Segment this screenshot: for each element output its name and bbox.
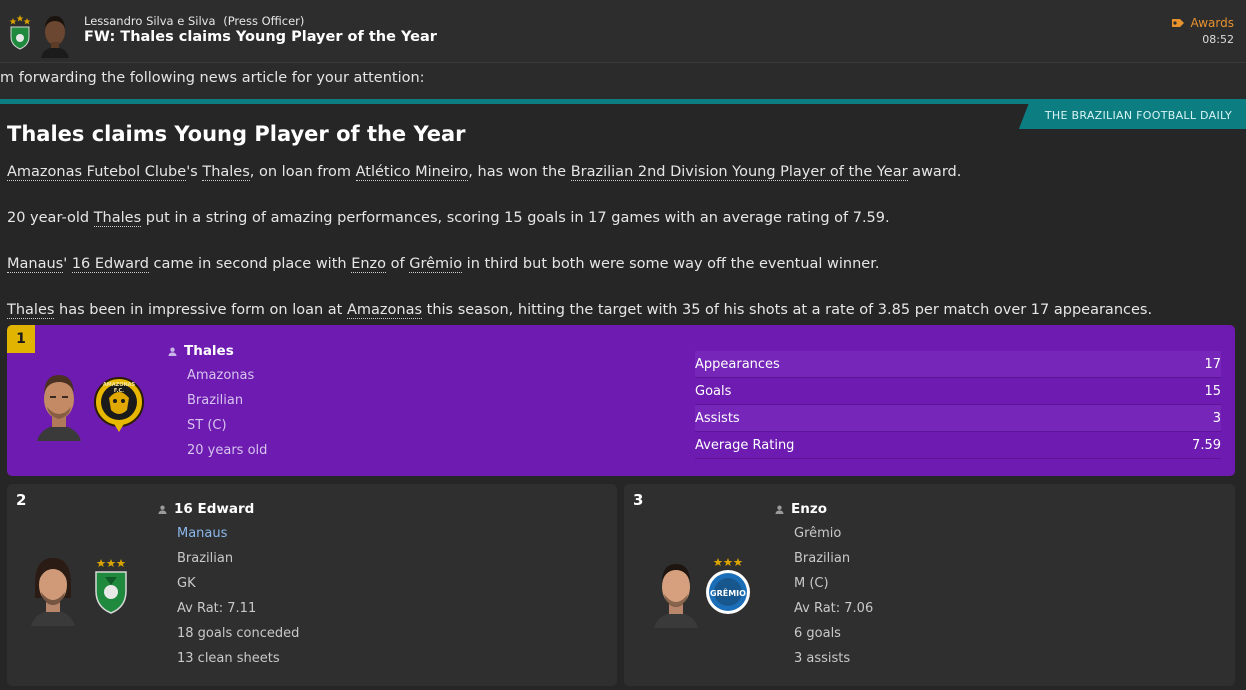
stat-label: Appearances: [695, 356, 780, 372]
stat-row: Average Rating 7.59: [695, 432, 1221, 459]
player-rating: Av Rat: 7.11: [177, 601, 257, 616]
stat-label: Average Rating: [695, 437, 795, 453]
player-stat-2: 13 clean sheets: [177, 651, 280, 666]
stat-row: Goals 15: [695, 378, 1221, 405]
stat-row: Assists 3: [695, 405, 1221, 432]
rank-label: 2: [16, 491, 27, 509]
player-name-text[interactable]: Thales: [184, 343, 234, 359]
text: award.: [907, 164, 962, 180]
club-crest[interactable]: [93, 557, 129, 619]
paragraph-1: Amazonas Futebol Clube's Thales, on loan…: [7, 164, 962, 181]
crest-text: GRÊMIO: [710, 589, 746, 598]
text: of: [386, 256, 410, 272]
sender-avatar[interactable]: [37, 10, 73, 58]
stat-value: 15: [1204, 383, 1221, 399]
player-face[interactable]: [652, 556, 700, 628]
stat-value: 7.59: [1192, 437, 1221, 453]
rank-label: 3: [633, 491, 644, 509]
player-club[interactable]: Amazonas: [187, 368, 254, 383]
stats-table: Appearances 17 Goals 15 Assists 3 Average R…: [695, 351, 1221, 459]
award-link[interactable]: Brazilian 2nd Division Young Player of t…: [570, 164, 908, 181]
text: , on loan from: [249, 164, 356, 180]
person-icon: [775, 505, 784, 514]
player-link[interactable]: 16 Edward: [71, 256, 149, 273]
message-header: Lessandro Silva e Silva (Press Officer) …: [0, 0, 1246, 63]
player-rating: Av Rat: 7.06: [794, 601, 874, 616]
player-link[interactable]: Thales: [7, 302, 55, 319]
article-headline: Thales claims Young Player of the Year: [7, 122, 466, 146]
player-link[interactable]: Enzo: [351, 256, 387, 273]
player-name[interactable]: Enzo: [775, 501, 827, 517]
winner-card-3: 3 GRÊMIO Enzo Grêmio Brazilian M (C) Av …: [624, 484, 1235, 686]
player-nationality: Brazilian: [187, 393, 244, 408]
newspaper-name: THE BRAZILIAN FOOTBALL DAILY: [1018, 103, 1246, 129]
stat-value: 17: [1204, 356, 1221, 372]
text: 's: [186, 164, 203, 180]
tag-icon: [1171, 19, 1184, 27]
player-face[interactable]: [29, 554, 77, 626]
player-stat-2: 3 assists: [794, 651, 851, 666]
paragraph-2: 20 year-old Thales put in a string of am…: [7, 210, 890, 227]
player-nationality: Brazilian: [177, 551, 234, 566]
sender-name[interactable]: Lessandro Silva e Silva: [84, 14, 216, 28]
category-label: Awards: [1190, 16, 1234, 30]
stat-label: Assists: [695, 410, 740, 426]
player-position: GK: [177, 576, 196, 591]
player-nationality: Brazilian: [794, 551, 851, 566]
text: , has won the: [468, 164, 571, 180]
person-icon: [168, 347, 177, 356]
club-link[interactable]: Manaus: [7, 256, 64, 273]
stat-label: Goals: [695, 383, 732, 399]
text: has been in impressive form on loan at: [54, 302, 347, 318]
club-link[interactable]: Atlético Mineiro: [355, 164, 469, 181]
text: came in second place with: [148, 256, 352, 272]
message-subject: FW: Thales claims Young Player of the Ye…: [84, 29, 437, 45]
crest-text: AMAZONAS F.C.: [102, 382, 136, 394]
club-crest[interactable]: GRÊMIO: [704, 556, 752, 620]
club-link[interactable]: Grêmio: [409, 256, 463, 273]
player-name[interactable]: Thales: [168, 343, 234, 359]
winner-card-1: 1 AMAZONAS F.C. Thales Amazonas Brazilia…: [7, 325, 1235, 476]
player-link[interactable]: Thales: [202, 164, 250, 181]
news-article: THE BRAZILIAN FOOTBALL DAILY Thales clai…: [0, 99, 1246, 690]
stat-value: 3: [1212, 410, 1221, 426]
club-badge-icon[interactable]: [8, 14, 32, 50]
sender-role: (Press Officer): [223, 14, 305, 28]
text: this season, hitting the target with 35 …: [422, 302, 1153, 318]
sender-line[interactable]: Lessandro Silva e Silva (Press Officer): [84, 14, 304, 28]
player-position: ST (C): [187, 418, 227, 433]
paragraph-3: Manaus' 16 Edward came in second place w…: [7, 256, 880, 273]
player-stat-1: 18 goals conceded: [177, 626, 300, 641]
player-name[interactable]: 16 Edward: [158, 501, 254, 517]
club-link[interactable]: Amazonas Futebol Clube: [7, 164, 187, 181]
text: put in a string of amazing performances,…: [141, 210, 890, 226]
player-age: 20 years old: [187, 443, 268, 458]
forward-intro: m forwarding the following news article …: [0, 70, 425, 86]
club-link[interactable]: Amazonas: [346, 302, 423, 319]
player-club[interactable]: Manaus: [177, 526, 227, 541]
player-link[interactable]: Thales: [93, 210, 142, 227]
category-tag[interactable]: Awards: [1171, 16, 1234, 30]
club-crest[interactable]: AMAZONAS F.C.: [93, 372, 145, 438]
winner-card-2: 2 16 Edward Manaus Brazilian GK Av Rat: …: [7, 484, 617, 686]
text: in third but both were some way off the …: [462, 256, 880, 272]
player-name-text[interactable]: Enzo: [791, 501, 827, 517]
player-club[interactable]: Grêmio: [794, 526, 841, 541]
rank-badge: 1: [7, 325, 35, 353]
player-name-text[interactable]: 16 Edward: [174, 501, 254, 517]
paragraph-4: Thales has been in impressive form on lo…: [7, 302, 1153, 319]
player-position: M (C): [794, 576, 829, 591]
person-icon: [158, 505, 167, 514]
text: 20 year-old: [7, 210, 94, 226]
stat-row: Appearances 17: [695, 351, 1221, 378]
player-stat-1: 6 goals: [794, 626, 841, 641]
text: ': [63, 256, 72, 272]
message-time: 08:52: [1202, 33, 1234, 46]
player-face[interactable]: [35, 369, 83, 441]
